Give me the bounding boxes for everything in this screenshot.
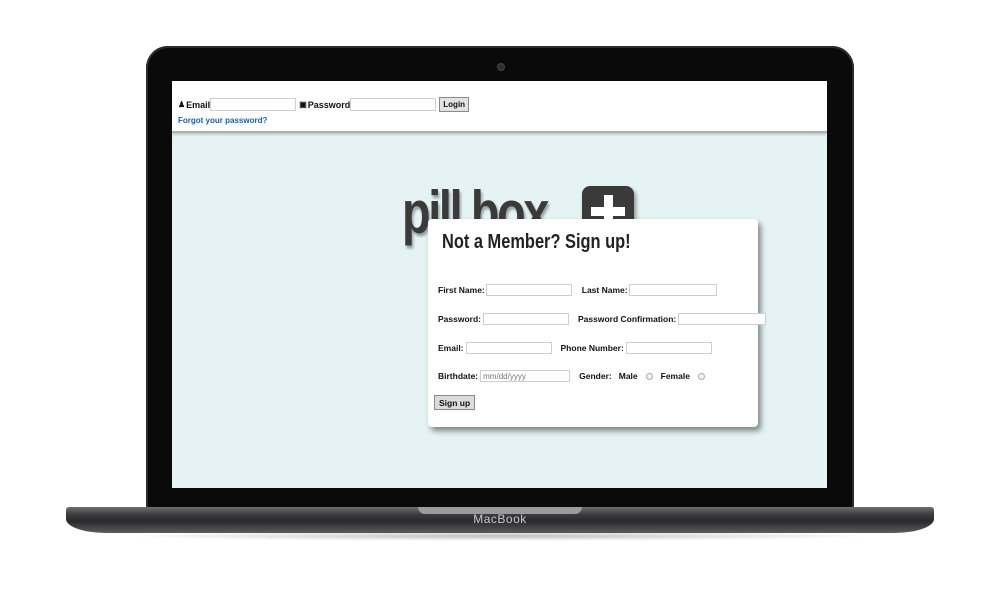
last-name-input[interactable]	[628, 284, 717, 296]
phone-number-label: Phone Number:	[560, 343, 624, 353]
first-name-input[interactable]	[485, 284, 572, 296]
password-row: Password: Password Confirmation:	[438, 313, 767, 325]
email-label: ♟ Email	[178, 99, 211, 110]
birthdate-gender-row: Birthdate: Gender: Male Female	[438, 370, 705, 382]
device-brand-label: MacBook	[473, 512, 527, 526]
gender-label: Gender:	[579, 371, 612, 381]
phone-number-input[interactable]	[625, 342, 712, 354]
signup-card: Not a Member? Sign up! First Name: Last …	[428, 219, 767, 427]
forgot-password-link[interactable]: Forgot your password?	[178, 116, 267, 125]
signup-title: Not a Member? Sign up!	[442, 231, 631, 253]
first-name-label: First Name:	[438, 285, 485, 295]
password-input[interactable]	[483, 313, 569, 325]
login-button[interactable]: Login	[439, 97, 470, 112]
login-email-input[interactable]	[210, 98, 297, 111]
gender-male-radio[interactable]	[645, 372, 653, 380]
lock-icon: ▣	[299, 100, 307, 109]
contact-row: Email: Phone Number:	[438, 342, 712, 354]
email-input[interactable]	[465, 342, 552, 354]
camera-icon	[497, 63, 505, 71]
birthdate-label: Birthdate:	[438, 371, 479, 381]
screen: ♟ Email ▣ Password Login Forgot your pas…	[172, 81, 827, 488]
email-field-label: Email:	[438, 343, 464, 353]
gender-female-label: Female	[660, 371, 690, 381]
password-field-label: Password:	[438, 314, 481, 324]
password-label: ▣ Password	[299, 99, 351, 110]
password-confirmation-label: Password Confirmation:	[578, 314, 677, 324]
last-name-label: Last Name:	[581, 285, 628, 295]
login-bar: ♟ Email ▣ Password Login Forgot your pas…	[172, 81, 827, 133]
gender-male-label: Male	[618, 371, 638, 381]
signup-button[interactable]: Sign up	[434, 395, 476, 410]
laptop-shadow	[120, 531, 880, 541]
birthdate-input[interactable]	[480, 370, 571, 382]
login-password-input[interactable]	[350, 98, 437, 111]
gender-female-radio[interactable]	[697, 372, 705, 380]
login-form: ♟ Email ▣ Password Login	[178, 97, 470, 112]
password-confirmation-input[interactable]	[678, 313, 767, 325]
user-icon: ♟	[178, 100, 186, 109]
name-row: First Name: Last Name:	[438, 284, 717, 296]
